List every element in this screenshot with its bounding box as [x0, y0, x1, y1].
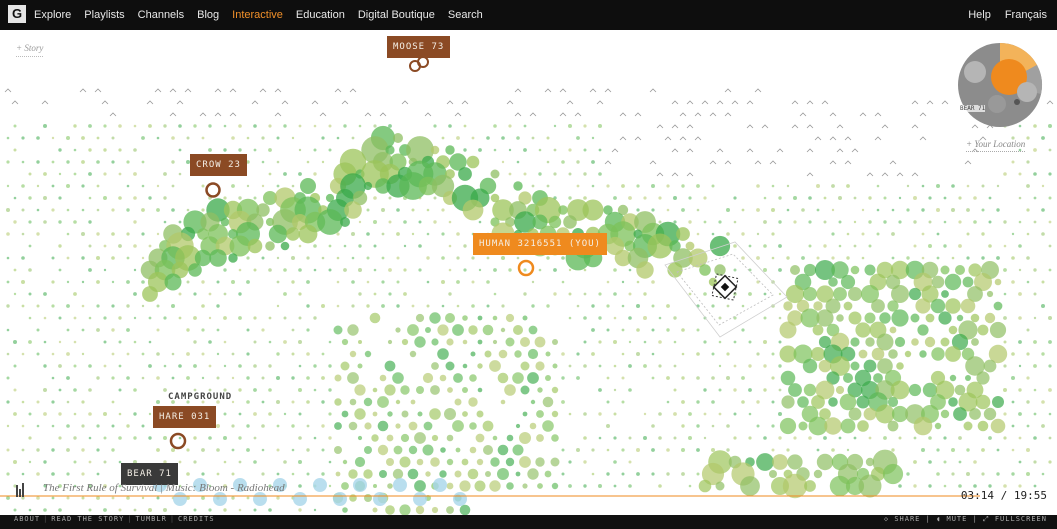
current-time: 03:14 — [960, 489, 994, 502]
share-icon[interactable]: ◇ — [884, 515, 894, 523]
fullscreen-button[interactable]: FULLSCREEN — [995, 515, 1047, 523]
story-link[interactable]: + Story — [16, 43, 44, 57]
camera-trap-icon[interactable] — [664, 241, 788, 338]
video-caption: The First Rule of Survival | Music: Bloo… — [43, 482, 285, 494]
share-button[interactable]: SHARE — [894, 515, 920, 523]
human-tag[interactable]: HUMAN 3216551 (YOU) — [473, 233, 607, 255]
about-link[interactable]: ABOUT — [14, 515, 40, 523]
moose-tag[interactable]: MOOSE 73 — [387, 36, 451, 58]
mute-icon[interactable]: ◖ — [936, 515, 946, 523]
minimap-label: BEAR 71 — [960, 105, 986, 112]
tumblr-link[interactable]: TUMBLR — [136, 515, 167, 523]
marker-overlay — [0, 56, 980, 497]
crow-tag[interactable]: CROW 23 — [190, 154, 247, 176]
total-time: 19:55 — [1013, 489, 1047, 502]
campground-label: CAMPGROUND — [168, 392, 233, 402]
moose-marker[interactable] — [409, 56, 429, 72]
fullscreen-icon[interactable]: ⤢ — [983, 515, 995, 523]
crow-marker[interactable] — [205, 182, 221, 198]
equalizer-icon[interactable] — [16, 483, 26, 497]
hare-tag[interactable]: HARE 031 — [153, 406, 217, 428]
bottom-controls: ◇ SHARE | ◖ MUTE | ⤢ FULLSCREEN — [883, 515, 1047, 523]
mute-button[interactable]: MUTE — [947, 515, 968, 523]
your-location-link[interactable]: + Your Location — [966, 139, 1026, 152]
bottom-links: ABOUT | READ THE STORY | TUMBLR | CREDITS — [14, 515, 215, 523]
minimap[interactable] — [957, 42, 1043, 128]
credits-link[interactable]: CREDITS — [178, 515, 215, 523]
bottom-bar: ABOUT | READ THE STORY | TUMBLR | CREDITS ◇ SH… — [0, 515, 1057, 529]
human-marker[interactable] — [517, 259, 535, 277]
playback-time: 03:14 / 19:55 — [960, 489, 1047, 502]
read-story-link[interactable]: READ THE STORY — [51, 515, 124, 523]
hare-marker[interactable] — [169, 432, 187, 450]
